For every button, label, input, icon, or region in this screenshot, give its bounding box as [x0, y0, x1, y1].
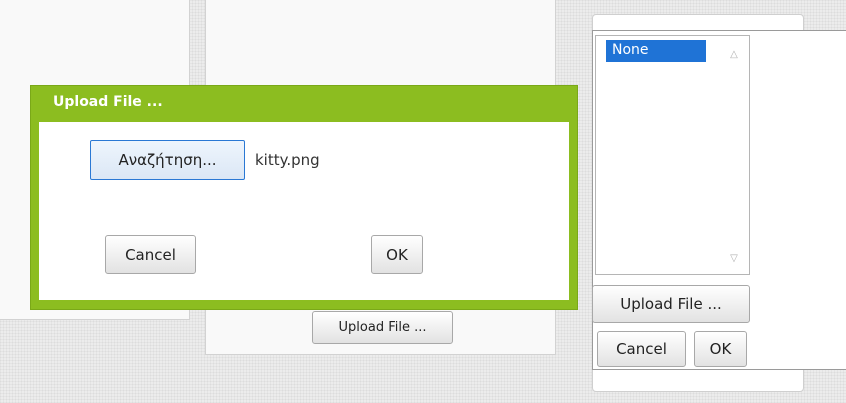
selected-file-name: kitty.png: [255, 151, 320, 169]
dialog-body: Αναζήτηση... kitty.png Cancel OK: [39, 122, 569, 300]
dialog-title: Upload File ...: [53, 94, 163, 110]
upload-file-dialog: Upload File ... Αναζήτηση... kitty.png C…: [30, 85, 578, 310]
upload-file-button[interactable]: Upload File ...: [592, 285, 750, 323]
ok-button[interactable]: OK: [694, 331, 747, 367]
list-option-selected[interactable]: None: [606, 40, 706, 62]
cancel-button[interactable]: Cancel: [105, 235, 196, 274]
cancel-button[interactable]: Cancel: [597, 331, 686, 367]
scroll-down-icon[interactable]: ▽: [726, 252, 742, 266]
ok-button[interactable]: OK: [371, 235, 423, 274]
upload-file-button[interactable]: Upload File ...: [312, 311, 453, 344]
asset-listbox[interactable]: None △ ▽: [595, 35, 750, 275]
browse-button[interactable]: Αναζήτηση...: [90, 140, 245, 180]
scroll-up-icon[interactable]: △: [726, 48, 742, 62]
